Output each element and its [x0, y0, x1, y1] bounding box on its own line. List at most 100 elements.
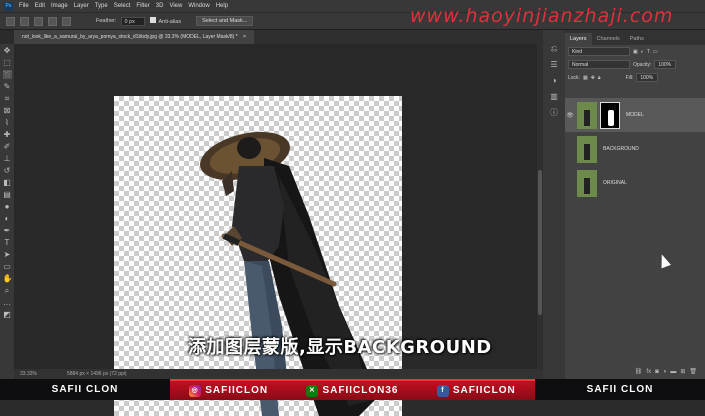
- more-tools-icon[interactable]: …: [3, 298, 12, 307]
- link-icon[interactable]: ⛓: [635, 368, 643, 375]
- hand-tool-icon[interactable]: ✋: [3, 274, 13, 283]
- layer-row-model[interactable]: 👁︎ MODEL: [565, 98, 705, 132]
- shape-tool-icon[interactable]: ▭: [3, 262, 12, 271]
- layer-row-background[interactable]: BACKGROUND: [565, 132, 705, 166]
- menu-help[interactable]: Help: [216, 3, 228, 9]
- eraser-tool-icon[interactable]: ◧: [3, 178, 12, 187]
- lock-all-icon[interactable]: 🔒︎: [598, 75, 601, 81]
- feather-label: Feather:: [96, 18, 117, 24]
- layers-panel: Layers Channels Paths Kind ▣ ◐ T ▭ Norma…: [565, 30, 705, 379]
- subtract-selection-icon[interactable]: [48, 16, 57, 26]
- scroll-thumb[interactable]: [538, 170, 542, 315]
- menu-3d[interactable]: 3D: [156, 3, 164, 9]
- layer-thumbnail: [577, 101, 597, 129]
- marquee-tool-icon[interactable]: ⬚: [3, 58, 12, 67]
- layer-mask-thumbnail[interactable]: [600, 101, 620, 129]
- path-select-tool-icon[interactable]: ➤: [3, 250, 12, 259]
- crop-tool-icon[interactable]: ⌗: [3, 94, 12, 103]
- blur-tool-icon[interactable]: ●: [3, 202, 12, 211]
- feather-input[interactable]: 0 px: [121, 16, 146, 26]
- filter-shape-icon[interactable]: ▭: [653, 49, 658, 55]
- type-tool-icon[interactable]: T: [3, 238, 12, 247]
- tab-layers[interactable]: Layers: [565, 33, 592, 45]
- antialias-checkbox[interactable]: Anti-alias: [150, 17, 181, 25]
- zoom-tool-icon[interactable]: ⌕: [3, 286, 12, 295]
- gradient-tool-icon[interactable]: ▤: [3, 190, 12, 199]
- intersect-selection-icon[interactable]: [62, 16, 71, 26]
- new-selection-icon[interactable]: [20, 16, 29, 26]
- blend-mode-dropdown[interactable]: Normal: [568, 60, 630, 69]
- quick-select-tool-icon[interactable]: ✎: [3, 82, 12, 91]
- properties-icon[interactable]: ☰: [549, 60, 559, 70]
- menu-image[interactable]: Image: [51, 3, 68, 9]
- photoshop-logo-icon[interactable]: Ps: [4, 1, 13, 11]
- layers-panel-footer: ⛓ fx ◙ ◑ ▬ ⊞ 🗑︎: [565, 364, 705, 379]
- filter-adjust-icon[interactable]: ◐: [641, 49, 644, 55]
- adjustments-icon[interactable]: ◑: [549, 76, 559, 86]
- menu-select[interactable]: Select: [114, 3, 131, 9]
- layer-name: BACKGROUND: [603, 146, 639, 152]
- document-tab[interactable]: not_look_like_a_samurai_by_arya_pomya_st…: [14, 30, 254, 44]
- facebook-handle: f SAFIICLON: [436, 384, 516, 397]
- folder-icon[interactable]: ▬: [670, 369, 676, 375]
- watermark-text: www.haoyinjianzhaji.com: [410, 5, 674, 27]
- libraries-icon[interactable]: ▥: [549, 92, 559, 102]
- menu-window[interactable]: Window: [188, 3, 209, 9]
- lock-row: Lock: ▦ ✥ 🔒︎ Fill: 100%: [565, 71, 705, 84]
- select-and-mask-button[interactable]: Select and Mask...: [196, 16, 254, 26]
- history-brush-tool-icon[interactable]: ↺: [3, 166, 12, 175]
- pen-tool-icon[interactable]: ✒: [3, 226, 12, 235]
- filter-type-icon[interactable]: T: [647, 49, 650, 55]
- panel-tabs: Layers Channels Paths: [565, 30, 705, 45]
- trash-icon[interactable]: 🗑︎: [689, 368, 697, 375]
- filter-pixel-icon[interactable]: ▣: [633, 49, 638, 55]
- visibility-eye-icon[interactable]: 👁︎: [565, 112, 575, 119]
- eyedropper-tool-icon[interactable]: ⌇: [3, 118, 12, 127]
- color-swatches-icon[interactable]: ◩: [3, 310, 12, 319]
- brush-tool-icon[interactable]: ✐: [3, 142, 12, 151]
- frame-tool-icon[interactable]: ⊠: [3, 106, 12, 115]
- blend-row: Normal Opacity: 100%: [565, 58, 705, 71]
- new-layer-icon[interactable]: ⊞: [680, 368, 685, 375]
- footer-name-left: SAFII CLON: [51, 384, 119, 395]
- lock-pixels-icon[interactable]: ▦: [583, 75, 588, 81]
- menu-edit[interactable]: Edit: [35, 3, 45, 9]
- streamer-footer: SAFII CLON ◎ SAFIICLON ✕ SAFIICLON36 f S…: [0, 379, 705, 400]
- fill-input[interactable]: 100%: [636, 73, 659, 82]
- layer-thumbnail: [577, 169, 597, 197]
- mask-icon[interactable]: ◙: [655, 369, 659, 375]
- lasso-tool-preset-icon[interactable]: [6, 16, 15, 26]
- info-icon[interactable]: ⓘ: [549, 108, 559, 118]
- opacity-input[interactable]: 100%: [654, 60, 677, 69]
- menu-layer[interactable]: Layer: [74, 3, 89, 9]
- layer-name: ORIGINAL: [603, 180, 627, 186]
- menu-filter[interactable]: Filter: [136, 3, 149, 9]
- history-icon[interactable]: ⎌: [549, 44, 559, 54]
- close-tab-icon[interactable]: ×: [243, 34, 246, 40]
- fx-icon[interactable]: fx: [646, 369, 651, 375]
- document-canvas[interactable]: [114, 96, 402, 416]
- tab-paths[interactable]: Paths: [625, 33, 649, 45]
- move-tool-icon[interactable]: ✥: [3, 46, 12, 55]
- lasso-tool-icon[interactable]: ➰: [2, 70, 12, 79]
- add-selection-icon[interactable]: [34, 16, 43, 26]
- menu-file[interactable]: File: [19, 3, 29, 9]
- menu-view[interactable]: View: [169, 3, 182, 9]
- layer-row-original[interactable]: ORIGINAL: [565, 166, 705, 200]
- adjustment-icon[interactable]: ◑: [663, 369, 667, 375]
- tab-channels[interactable]: Channels: [592, 33, 625, 45]
- tools-panel: ✥ ⬚ ➰ ✎ ⌗ ⊠ ⌇ ✚ ✐ ⊥ ↺ ◧ ▤ ● ◐ ✒ T ➤ ▭ ✋ …: [0, 44, 14, 379]
- healing-tool-icon[interactable]: ✚: [3, 130, 12, 139]
- kind-filter-dropdown[interactable]: Kind: [568, 47, 630, 56]
- subtitle-caption: 添加图层蒙版,显示BACKGROUND: [188, 337, 492, 358]
- panel-icon-strip: ⎌ ☰ ◑ ▥ ⓘ: [543, 30, 565, 379]
- stamp-tool-icon[interactable]: ⊥: [3, 154, 12, 163]
- lock-position-icon[interactable]: ✥: [591, 75, 595, 81]
- menu-type[interactable]: Type: [95, 3, 108, 9]
- status-bar: 33.33% 5884 px × 1496 px (72 ppi): [14, 369, 543, 379]
- canvas-area[interactable]: [14, 44, 537, 416]
- filter-row: Kind ▣ ◐ T ▭: [565, 45, 705, 58]
- facebook-icon: f: [436, 384, 449, 397]
- dodge-tool-icon[interactable]: ◐: [3, 214, 12, 223]
- zoom-level[interactable]: 33.33%: [20, 371, 37, 377]
